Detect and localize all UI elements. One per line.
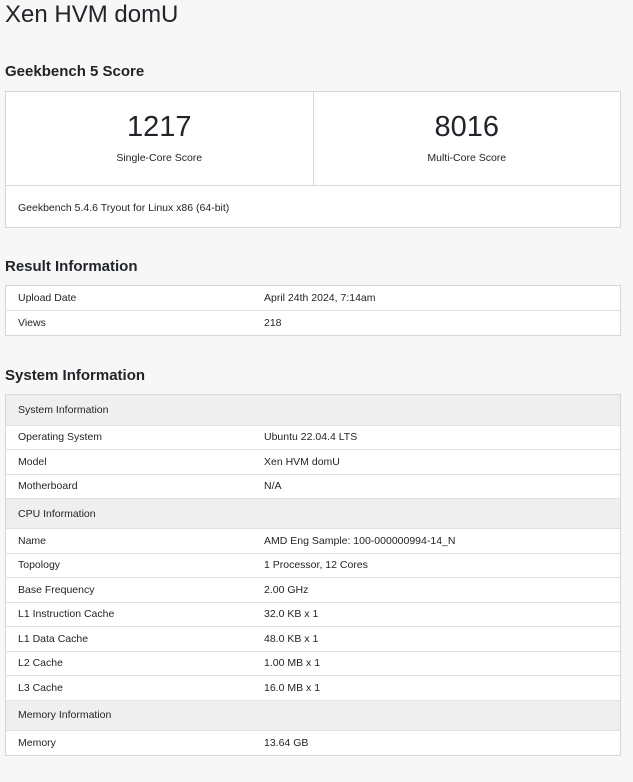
multi-core-score-label: Multi-Core Score — [427, 152, 507, 164]
row-value-l1-instruction-cache: 32.0 KB x 1 — [252, 601, 620, 627]
group-header-row: CPU Information — [6, 498, 620, 529]
table-row: Memory 13.64 GB — [6, 729, 620, 755]
row-name-l1-instruction-cache: L1 Instruction Cache — [6, 601, 252, 627]
table-row: Views 218 — [6, 310, 620, 335]
row-name-upload-date: Upload Date — [18, 292, 77, 304]
multi-core-score: 8016 Multi-Core Score — [312, 92, 621, 185]
table-row: Model Xen HVM domU — [6, 449, 620, 474]
group-header-system-information: System Information — [6, 395, 620, 425]
geekbench-score-title: Geekbench 5 Score — [5, 63, 145, 80]
row-name-l3-cache: L3 Cache — [6, 675, 252, 700]
table-row: L2 Cache 1.00 MB x 1 — [6, 650, 620, 676]
result-information-title: Result Information — [5, 258, 138, 275]
table-row: Motherboard N/A — [6, 473, 620, 499]
row-name-motherboard: Motherboard — [6, 473, 252, 499]
row-name-l1-data-cache: L1 Data Cache — [6, 626, 252, 651]
row-name-l2-cache: L2 Cache — [6, 650, 252, 676]
row-value-base-frequency: 2.00 GHz — [252, 577, 620, 602]
single-core-score: 1217 Single-Core Score — [6, 92, 313, 185]
row-name-model: Model — [6, 449, 252, 474]
row-value-l2-cache: 1.00 MB x 1 — [252, 650, 620, 676]
table-row: Name AMD Eng Sample: 100-000000994-14_N — [6, 528, 620, 553]
row-value-memory: 13.64 GB — [252, 729, 620, 755]
row-value-topology: 1 Processor, 12 Cores — [252, 552, 620, 578]
row-value-views: 218 — [252, 310, 620, 335]
row-name-topology: Topology — [6, 552, 252, 578]
row-value-operating-system: Ubuntu 22.04.4 LTS — [252, 424, 620, 450]
group-header-memory-information: Memory Information — [6, 699, 620, 730]
row-value-model: Xen HVM domU — [252, 449, 620, 474]
row-name-memory: Memory — [6, 729, 252, 755]
row-name-base-frequency: Base Frequency — [6, 577, 252, 602]
table-row: L3 Cache 16.0 MB x 1 — [6, 675, 620, 700]
row-value-upload-date: April 24th 2024, 7:14am — [264, 292, 376, 304]
table-row: Operating System Ubuntu 22.04.4 LTS — [6, 424, 620, 450]
system-information-title: System Information — [5, 367, 146, 384]
table-row: Upload Date April 24th 2024, 7:14am — [6, 286, 620, 311]
geekbench-version: Geekbench 5.4.6 Tryout for Linux x86 (64… — [18, 202, 230, 214]
row-name-operating-system: Operating System — [6, 424, 252, 450]
scores-row: 1217 Single-Core Score 8016 Multi-Core S… — [6, 92, 620, 186]
group-header-cpu-information: CPU Information — [6, 498, 620, 529]
row-value-motherboard: N/A — [252, 473, 620, 499]
system-information-table: System Information Operating System Ubuntu… — [5, 394, 621, 756]
group-header-row: Memory Information — [6, 699, 620, 730]
row-value-l3-cache: 16.0 MB x 1 — [252, 675, 620, 700]
row-name-views: Views — [6, 310, 252, 335]
row-value-name: AMD Eng Sample: 100-000000994-14_N — [252, 528, 620, 553]
table-row: Topology 1 Processor, 12 Cores — [6, 552, 620, 578]
result-information-table: Upload Date April 24th 2024, 7:14am Views 2… — [5, 285, 621, 336]
single-core-score-label: Single-Core Score — [116, 152, 203, 164]
row-name-name: Name — [6, 528, 252, 553]
single-core-score-value: 1217 — [126, 111, 192, 143]
page-title: Xen HVM domU — [5, 1, 179, 28]
score-card: 1217 Single-Core Score 8016 Multi-Core S… — [5, 91, 621, 228]
group-header-row: System Information — [6, 395, 620, 425]
table-row: L1 Data Cache 48.0 KB x 1 — [6, 626, 620, 651]
table-row: Base Frequency 2.00 GHz — [6, 577, 620, 602]
table-row: L1 Instruction Cache 32.0 KB x 1 — [6, 601, 620, 627]
multi-core-score-value: 8016 — [434, 111, 499, 143]
row-value-l1-data-cache: 48.0 KB x 1 — [252, 626, 620, 651]
